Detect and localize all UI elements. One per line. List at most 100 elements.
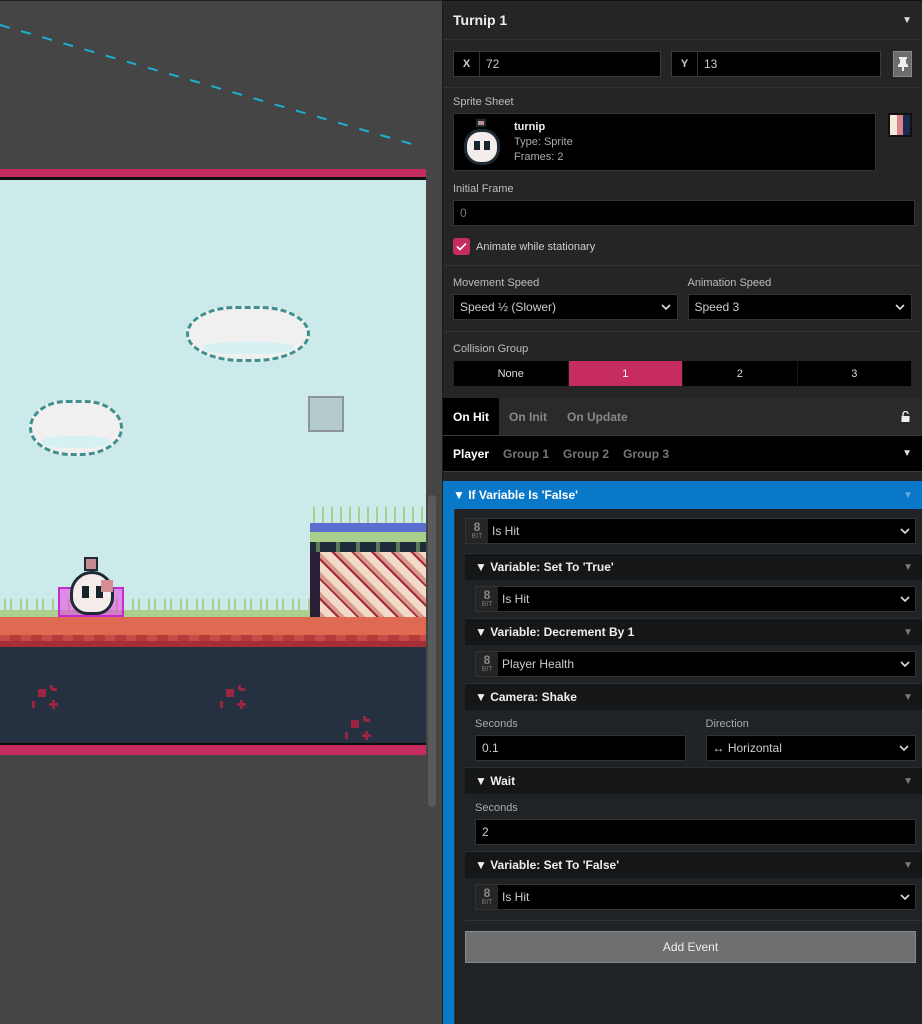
event-menu-icon[interactable]: ▼ <box>903 490 913 501</box>
sparkle-decoration <box>32 685 60 715</box>
variable-value: Is Hit <box>502 592 530 606</box>
collapse-triangle-icon: ▼ <box>453 488 469 502</box>
collision-option-3[interactable]: 3 <box>798 361 912 386</box>
game-scene[interactable] <box>0 169 426 755</box>
event-header[interactable]: ▼ Variable: Set To 'False' ▼ <box>465 851 922 878</box>
collision-option-2[interactable]: 2 <box>683 361 798 386</box>
sparkle-decoration <box>345 716 373 746</box>
animation-speed-select[interactable]: Speed 3 <box>687 294 912 320</box>
pin-button[interactable] <box>893 50 912 77</box>
event-menu-icon[interactable]: ▼ <box>903 776 913 787</box>
variable-select[interactable]: 8 BIT Is Hit <box>475 586 916 612</box>
event-menu-icon[interactable]: ▼ <box>903 860 913 871</box>
event-header[interactable]: ▼ Camera: Shake ▼ <box>465 683 922 710</box>
x-input[interactable] <box>480 51 660 76</box>
event-menu-icon[interactable]: ▼ <box>903 562 913 573</box>
event-header[interactable]: ▼ Variable: Decrement By 1 ▼ <box>465 618 922 645</box>
collapse-triangle-icon: ▼ <box>475 774 491 788</box>
event-header[interactable]: ▼ Variable: Set To 'True' ▼ <box>465 553 922 580</box>
tab-group-3[interactable]: Group 3 <box>623 447 669 461</box>
script-tabs: On Hit On Init On Update <box>443 398 922 436</box>
event-title: Variable: Decrement By 1 <box>490 625 635 639</box>
actor-header[interactable]: Turnip 1 ▼ <box>443 0 922 40</box>
variable-select[interactable]: 8 BIT Is Hit <box>475 884 916 910</box>
collision-group-label: Collision Group <box>453 343 529 355</box>
canvas-scrollbar[interactable] <box>428 495 436 807</box>
actor-title: Turnip 1 <box>453 12 508 28</box>
sprite-name: turnip <box>514 120 546 133</box>
palette-swatch <box>903 115 911 135</box>
collision-option-none[interactable]: None <box>454 361 569 386</box>
initial-frame-input[interactable] <box>453 200 915 226</box>
sprite-sheet-label: Sprite Sheet <box>453 96 514 108</box>
scene-canvas[interactable] <box>0 0 442 1024</box>
8bit-icon: 8 BIT <box>476 885 498 909</box>
collision-group-section: Collision Group None 1 2 3 <box>443 332 922 387</box>
if-variable-block: ▼ If Variable Is 'False' ▼ 8 BIT Is Hit ▼… <box>443 481 922 1024</box>
dropdown-triangle-icon[interactable]: ▼ <box>902 448 912 459</box>
animate-while-stationary-row[interactable]: Animate while stationary <box>453 238 912 255</box>
collapse-triangle-icon: ▼ <box>475 560 491 574</box>
event-camera-shake: ▼ Camera: Shake ▼ Seconds Direction ↔ Ho… <box>465 683 922 767</box>
variable-select[interactable]: 8 BIT Player Health <box>475 651 916 677</box>
y-label: Y <box>672 51 698 76</box>
dropdown-triangle-icon[interactable]: ▼ <box>902 15 912 26</box>
seconds-label: Seconds <box>475 802 518 814</box>
event-title: Wait <box>490 774 516 788</box>
position-row: X Y <box>443 40 922 88</box>
event-header[interactable]: ▼ Wait ▼ <box>465 767 922 794</box>
turnip-actor[interactable] <box>58 553 124 617</box>
scene-border-bottom <box>0 745 426 755</box>
if-variable-header[interactable]: ▼ If Variable Is 'False' ▼ <box>443 481 922 509</box>
inspector-panel: Turnip 1 ▼ X Y Sprite Sheet <box>442 0 922 1024</box>
shake-seconds-input[interactable] <box>475 735 686 761</box>
if-variable-title: If Variable Is 'False' <box>468 488 578 502</box>
collision-group-selector: None 1 2 3 <box>453 360 912 387</box>
wait-seconds-input[interactable] <box>475 819 916 845</box>
event-menu-icon[interactable]: ▼ <box>903 692 913 703</box>
actor-placeholder[interactable] <box>308 396 344 432</box>
direction-select[interactable]: ↔ Horizontal <box>705 735 916 761</box>
event-variable-set-false: ▼ Variable: Set To 'False' ▼ 8 BIT Is Hit <box>465 851 922 921</box>
chevron-down-icon <box>900 596 910 603</box>
8bit-icon: 8 BIT <box>466 519 488 543</box>
sprite-frames-value: 2 <box>557 150 564 163</box>
hit-group-tabs: Player Group 1 Group 2 Group 3 ▼ <box>443 436 922 472</box>
tab-on-update[interactable]: On Update <box>557 398 638 435</box>
collapse-triangle-icon: ▼ <box>475 625 491 639</box>
event-menu-icon[interactable]: ▼ <box>903 627 913 638</box>
tab-on-init[interactable]: On Init <box>499 398 557 435</box>
grass-tiles <box>0 599 310 617</box>
initial-frame-label: Initial Frame <box>453 183 514 195</box>
y-input[interactable] <box>698 51 880 76</box>
turnip-stem <box>84 557 98 571</box>
y-coordinate-field: Y <box>671 50 881 77</box>
scene-border-top <box>0 169 426 180</box>
direction-value: ↔ Horizontal <box>712 741 782 755</box>
animate-while-stationary-checkbox[interactable] <box>453 238 470 255</box>
seconds-label: Seconds <box>475 718 518 730</box>
collapse-triangle-icon: ▼ <box>475 858 491 872</box>
if-variable-body: 8 BIT Is Hit ▼ Variable: Set To 'True' ▼ … <box>454 509 922 1024</box>
tab-group-2[interactable]: Group 2 <box>563 447 609 461</box>
palette-button[interactable] <box>888 113 912 137</box>
x-label: X <box>454 51 480 76</box>
movement-speed-label: Movement Speed <box>453 277 540 289</box>
sprite-sheet-selector[interactable]: turnip Type: Sprite Frames: 2 <box>453 113 877 171</box>
ground-tiles <box>0 617 426 647</box>
turnip-head <box>70 571 114 615</box>
tab-player[interactable]: Player <box>453 447 489 461</box>
event-title: Variable: Set To 'False' <box>490 858 620 872</box>
lock-button[interactable] <box>901 398 922 435</box>
sprite-thumbnail <box>458 117 506 167</box>
variable-select[interactable]: 8 BIT Is Hit <box>465 518 916 544</box>
movement-speed-select[interactable]: Speed ½ (Slower) <box>453 294 678 320</box>
tab-on-hit[interactable]: On Hit <box>443 398 499 435</box>
checkmark-icon <box>456 242 467 251</box>
add-event-button[interactable]: Add Event <box>465 931 916 963</box>
movement-speed-value: Speed ½ (Slower) <box>460 300 557 314</box>
collision-option-1[interactable]: 1 <box>568 361 683 386</box>
sprite-type-value: Sprite <box>543 135 573 148</box>
tab-group-1[interactable]: Group 1 <box>503 447 549 461</box>
sprite-sheet-section: Sprite Sheet turnip Type: Sprite Frames:… <box>443 88 922 255</box>
